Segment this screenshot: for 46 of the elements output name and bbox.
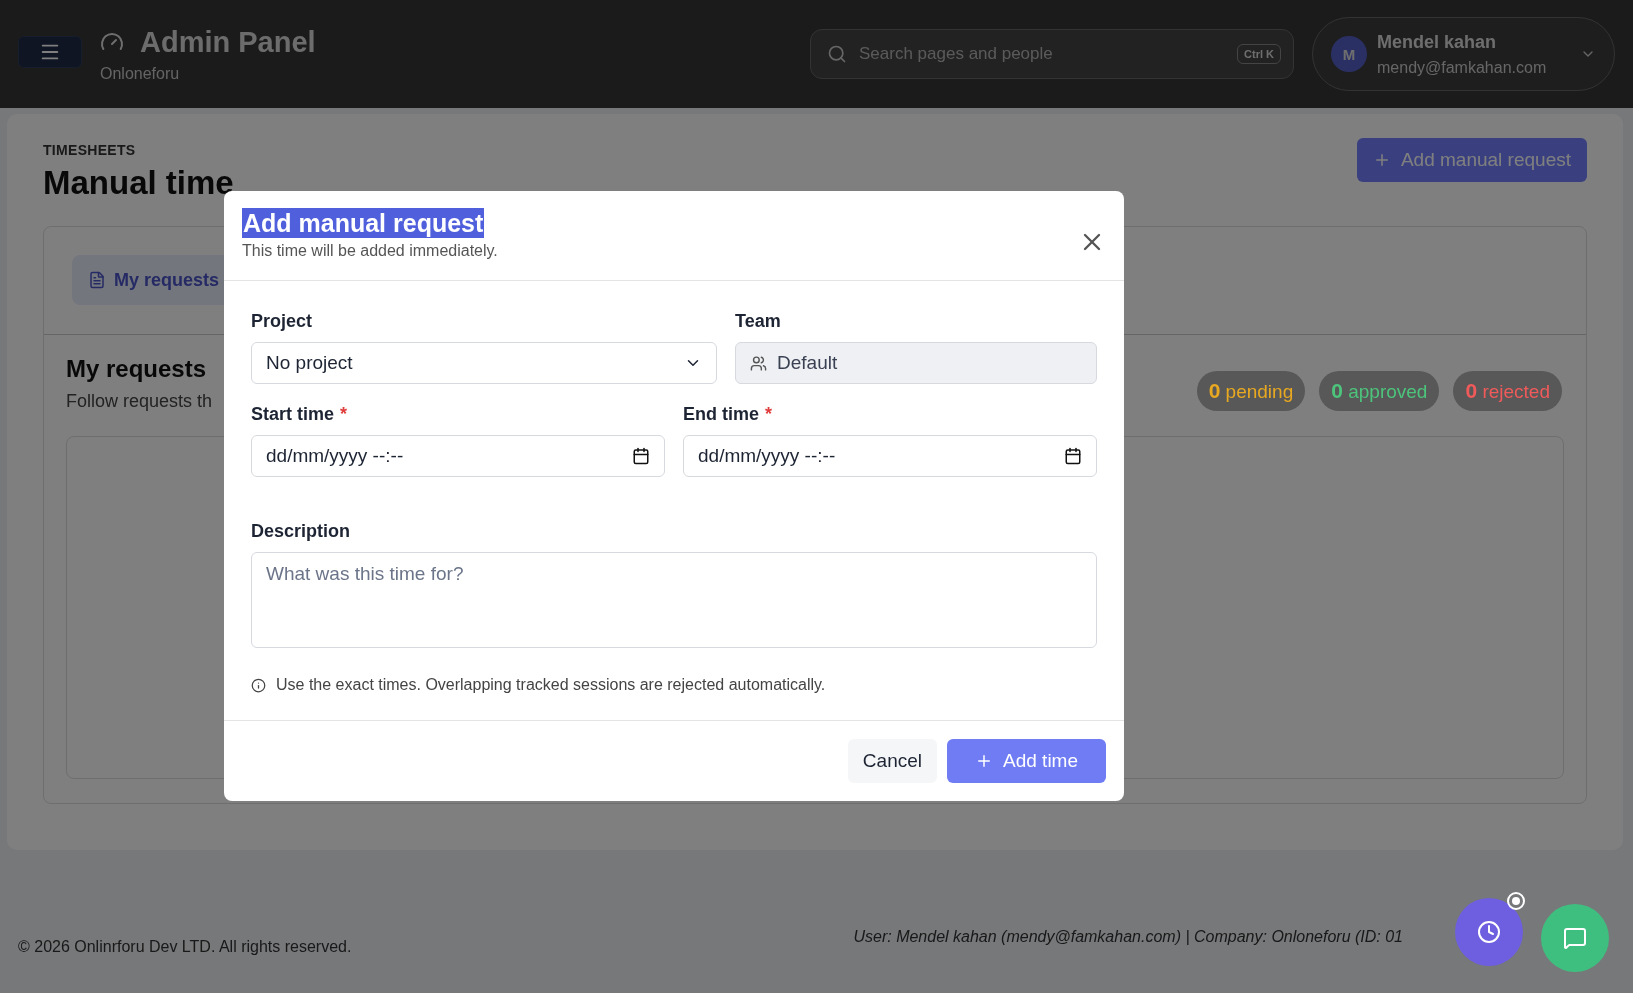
count-number: 0 [1331, 379, 1343, 402]
project-select[interactable]: No project [251, 342, 717, 384]
user-email: mendy@famkahan.com [1377, 58, 1548, 77]
clock-icon [1477, 920, 1501, 944]
user-name: Mendel kahan [1377, 31, 1498, 53]
count-number: 0 [1465, 379, 1478, 402]
end-time-field[interactable]: dd/mm/yyyy --:-- [683, 435, 1097, 477]
field-label: Start time * [251, 404, 349, 425]
field-label: End time * [683, 404, 774, 425]
status-count: 0 rejected [1453, 371, 1562, 411]
add-time-button[interactable]: Add time [947, 739, 1106, 783]
status-dot-icon [1507, 892, 1525, 910]
calendar-icon [1064, 447, 1082, 465]
dialog-subtitle: This time will be added immediately. [242, 242, 498, 260]
description-field[interactable]: What was this time for? [251, 552, 1097, 648]
user-avatar: M [1331, 36, 1367, 72]
status-count: 0 approved [1319, 371, 1440, 411]
search-field[interactable]: Search pages and people Ctrl K [810, 29, 1294, 79]
hint-text: Use the exact times. Overlapping tracked sessions are rejected automatically. [276, 676, 826, 694]
user-menu[interactable]: M Mendel kahan mendy@famkahan.com [1312, 17, 1615, 91]
field-label: Project [251, 311, 314, 332]
session-info: User: Mendel kahan (mendy@famkahan.com) | Company: Onloneforu (ID: 01 [853, 927, 1403, 946]
document-icon [88, 271, 106, 289]
info-icon [251, 677, 266, 693]
app-title: Admin Panel [140, 25, 316, 59]
calendar-icon [632, 447, 650, 465]
field-label: Team [735, 311, 782, 332]
section-title: My requests [66, 355, 208, 383]
company-name: Onloneforu [100, 64, 181, 83]
menu-button[interactable] [18, 36, 82, 68]
page-title: Manual time [43, 164, 234, 202]
cancel-button[interactable]: Cancel [847, 739, 937, 783]
count-number: 0 [1208, 379, 1221, 402]
shortcut-key: Ctrl K [1237, 44, 1281, 64]
people-icon [750, 354, 767, 372]
copyright-text: © 2026 Onlinrforu Dev LTD. All rights reserved. [18, 937, 352, 956]
plus-icon [975, 752, 993, 770]
field-label: Description [251, 521, 352, 542]
section-subtitle: Follow requests th [66, 391, 213, 412]
add-request-button[interactable]: Add manual request [1356, 138, 1587, 182]
chat-icon [1563, 926, 1587, 950]
status-count: 0 pending [1196, 371, 1306, 411]
dialog-title: Add manual request [242, 208, 485, 238]
search-icon [827, 44, 847, 64]
page-eyebrow: TIMESHEETS [43, 142, 137, 158]
start-time-field[interactable]: dd/mm/yyyy --:-- [251, 435, 665, 477]
